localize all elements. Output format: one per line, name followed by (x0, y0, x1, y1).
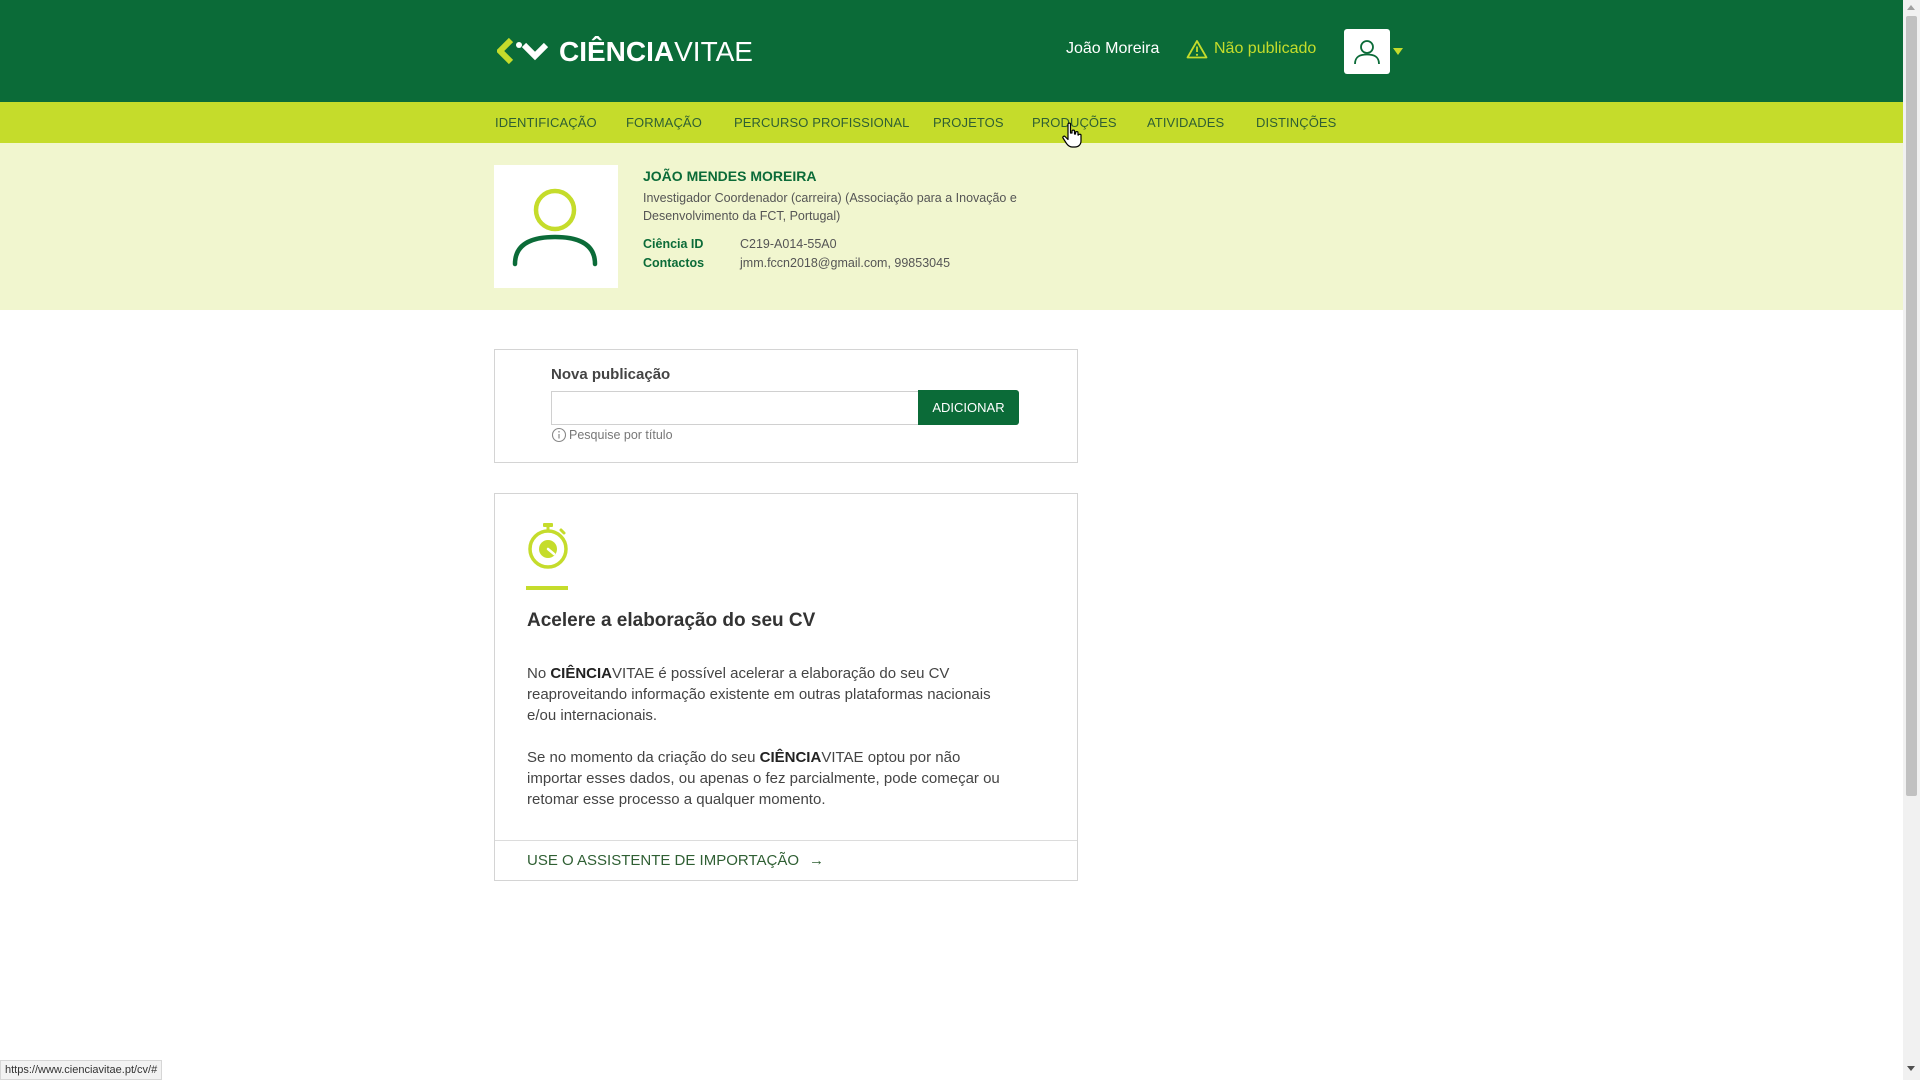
scrollbar-thumb[interactable] (1906, 16, 1917, 796)
import-paragraph-2: Se no momento da criação do seu CIÊNCIAV… (527, 749, 1000, 808)
nav-item-formacao[interactable]: FORMAÇÃO (626, 115, 702, 130)
import-paragraph-1: No CIÊNCIAVITAE é possível acelerar a el… (527, 665, 991, 724)
nav-item-atividades[interactable]: ATIVIDADES (1147, 115, 1224, 130)
accent-divider (526, 586, 568, 590)
scroll-down-arrow-icon[interactable] (1907, 1066, 1915, 1071)
profile-position: Investigador Coordenador (carreira) (Ass… (643, 189, 1063, 225)
nav-item-percurso-profissional[interactable]: PERCURSO PROFISSIONAL (734, 115, 909, 130)
add-publication-button[interactable]: ADICIONAR (918, 390, 1019, 425)
ciencia-id-label: Ciência ID (643, 237, 704, 251)
new-publication-title: Nova publicação (551, 366, 671, 383)
arrow-right-icon: → (809, 852, 824, 869)
profile-name: JOÃO MENDES MOREIRA (643, 168, 817, 184)
publication-search-input[interactable] (551, 391, 919, 425)
hand-cursor-icon (1062, 122, 1082, 148)
ciencia-vitae-logo[interactable]: CIÊNCIAVITAE (497, 34, 753, 70)
import-assistant-link-label: USE O ASSISTENTE DE IMPORTAÇÃO (527, 852, 799, 869)
logo-chevrons-icon (497, 37, 549, 65)
status-bar-url: https://www.cienciavitae.pt/cv/# (0, 1060, 163, 1080)
profile-position-line: Investigador Coordenador (carreira) (Ass… (643, 191, 1017, 205)
stopwatch-icon (528, 523, 568, 569)
contacts-label: Contactos (643, 256, 705, 270)
status-label: Não publicado (1214, 40, 1317, 57)
profile-avatar (494, 165, 618, 288)
search-hint: Pesquise por título (551, 427, 673, 443)
scroll-up-arrow-icon[interactable] (1907, 5, 1915, 10)
card-footer-divider (495, 840, 1077, 841)
import-card-title: Acelere a elaboração do seu CV (527, 610, 816, 631)
search-hint-text: Pesquise por título (569, 428, 673, 442)
contacts-value: jmm.fccn2018@gmail.com, 99853045 (740, 256, 951, 270)
import-assistant-link[interactable]: USE O ASSISTENTE DE IMPORTAÇÃO → (527, 852, 824, 869)
user-silhouette-icon (512, 188, 598, 266)
profile-position-line: Desenvolvimento da FCT, Portugal) (643, 209, 841, 223)
ciencia-id-value: C219-A014-55A0 (740, 237, 837, 251)
top-header (0, 0, 1903, 102)
warning-icon (1186, 40, 1208, 59)
user-name[interactable]: João Moreira (1066, 40, 1159, 58)
logo-text: CIÊNCIAVITAE (559, 36, 753, 67)
nav-item-distincoes[interactable]: DISTINÇÕES (1256, 115, 1336, 130)
info-icon (551, 427, 567, 443)
nav-item-identificacao[interactable]: IDENTIFICAÇÃO (495, 115, 597, 130)
user-menu-button[interactable] (1344, 29, 1390, 74)
user-icon (1354, 39, 1380, 64)
profile-summary (0, 143, 1903, 310)
chevron-down-icon[interactable] (1393, 48, 1403, 55)
publication-status[interactable]: Não publicado (1186, 39, 1316, 59)
nav-item-projetos[interactable]: PROJETOS (933, 115, 1004, 130)
main-nav: IDENTIFICAÇÃO FORMAÇÃO PERCURSO PROFISSI… (0, 102, 1903, 143)
